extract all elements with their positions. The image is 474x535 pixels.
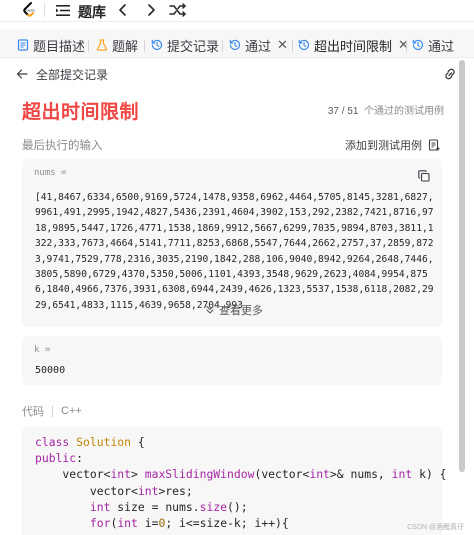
tab-description[interactable]: 题目描述 <box>17 34 85 56</box>
chevron-double-down-icon <box>206 305 214 314</box>
code-line-4: vector<int>res; <box>35 483 193 498</box>
nums-label: nums = <box>34 168 67 178</box>
tab-divider <box>292 40 293 52</box>
nums-value: [41,8467,6334,6500,9169,5724,1478,9358,6… <box>35 192 434 311</box>
problem-list-icon[interactable] <box>56 4 70 17</box>
tab-divider <box>144 40 145 52</box>
flask-icon <box>96 39 108 51</box>
tab-label: 超出时间限制 <box>314 38 393 54</box>
code-line-6: for(int i=0; i<=size-k; i++){ <box>89 516 289 531</box>
code-line-3: vector<int> maxSlidingWindow(vector<int>… <box>35 467 447 482</box>
last-input-heading: 最后执行的输入 <box>22 140 103 152</box>
code-block: class Solution { public: vector<int> maxS… <box>35 434 447 531</box>
tab-label: 提交记录 <box>167 38 220 54</box>
scrollbar-thumb[interactable] <box>459 60 465 472</box>
view-more-label: 查看更多 <box>219 305 263 317</box>
panel-tabs: 题目描述 题解 提交记录 通过 ✕ 超出时间限制 ✕ 通过 <box>0 30 474 58</box>
history-icon <box>412 39 424 51</box>
k-input-box: k = 50000 <box>22 336 442 385</box>
passed-suffix: 个通过的测试用例 <box>364 106 444 117</box>
leetcode-logo-icon[interactable] <box>20 1 38 19</box>
history-icon <box>229 39 241 51</box>
code-header-divider <box>52 405 53 417</box>
code-line-2: public: <box>35 451 84 466</box>
chevron-right-icon[interactable] <box>143 2 159 18</box>
tab-label: 题解 <box>112 38 139 54</box>
panel-scrollbar[interactable] <box>459 60 465 530</box>
code-label: 代码 <box>22 406 44 418</box>
view-more-button[interactable]: 查看更多 <box>205 302 263 318</box>
tab-label: 通过 <box>428 38 455 54</box>
problem-bank-link[interactable]: 题库 <box>78 2 106 22</box>
history-icon <box>298 39 310 51</box>
code-section-header: 代码 C++ <box>22 403 82 419</box>
code-viewer[interactable]: class Solution { public: vector<int> maxS… <box>22 427 447 535</box>
passed-cases-count: 37 / 51 个通过的测试用例 <box>328 102 444 117</box>
tab-submissions[interactable]: 提交记录 <box>151 34 219 56</box>
tab-label: 题目描述 <box>33 38 86 54</box>
code-line-5: int size = nums.size(); <box>89 499 248 514</box>
tab-tle-submission[interactable]: 超出时间限制 ✕ <box>298 34 409 56</box>
csdn-watermark: CSDN @酒醒真仔 <box>407 524 464 531</box>
tab-accepted-submission-2[interactable]: 通过 <box>412 34 454 56</box>
tab-divider <box>222 40 223 52</box>
tab-divider <box>88 40 89 52</box>
tab-divider <box>406 40 407 52</box>
add-to-testcase-button[interactable]: 添加到测试用例 <box>345 137 440 153</box>
nums-input-box: nums = [41,8467,6334,6500,9169,5724,1478… <box>22 159 442 327</box>
tab-accepted-submission[interactable]: 通过 ✕ <box>229 34 288 56</box>
back-to-all-submissions[interactable]: 全部提交记录 <box>16 66 108 82</box>
testcase-add-icon <box>428 139 440 151</box>
document-icon <box>17 39 29 51</box>
copy-icon[interactable] <box>418 170 430 182</box>
code-line-1: class Solution { <box>35 435 145 449</box>
link-icon[interactable] <box>442 66 458 82</box>
add-to-testcase-label: 添加到测试用例 <box>345 140 422 152</box>
passed-ratio: 37 / 51 <box>327 106 359 117</box>
tab-solutions[interactable]: 题解 <box>96 34 138 56</box>
arrow-left-icon <box>16 69 28 79</box>
close-icon[interactable]: ✕ <box>277 37 288 53</box>
back-label: 全部提交记录 <box>36 67 109 82</box>
code-language: C++ <box>61 405 82 417</box>
topbar-divider <box>44 3 45 17</box>
result-status-title: 超出时间限制 <box>22 102 140 123</box>
k-label: k = <box>34 345 51 355</box>
tab-label: 通过 <box>245 38 272 54</box>
top-bar: 题库 <box>0 0 474 22</box>
close-icon[interactable]: ✕ <box>398 37 409 53</box>
history-icon <box>151 39 163 51</box>
k-value: 50000 <box>35 365 66 376</box>
shuffle-icon[interactable] <box>169 2 187 18</box>
chevron-left-icon[interactable] <box>115 2 131 18</box>
